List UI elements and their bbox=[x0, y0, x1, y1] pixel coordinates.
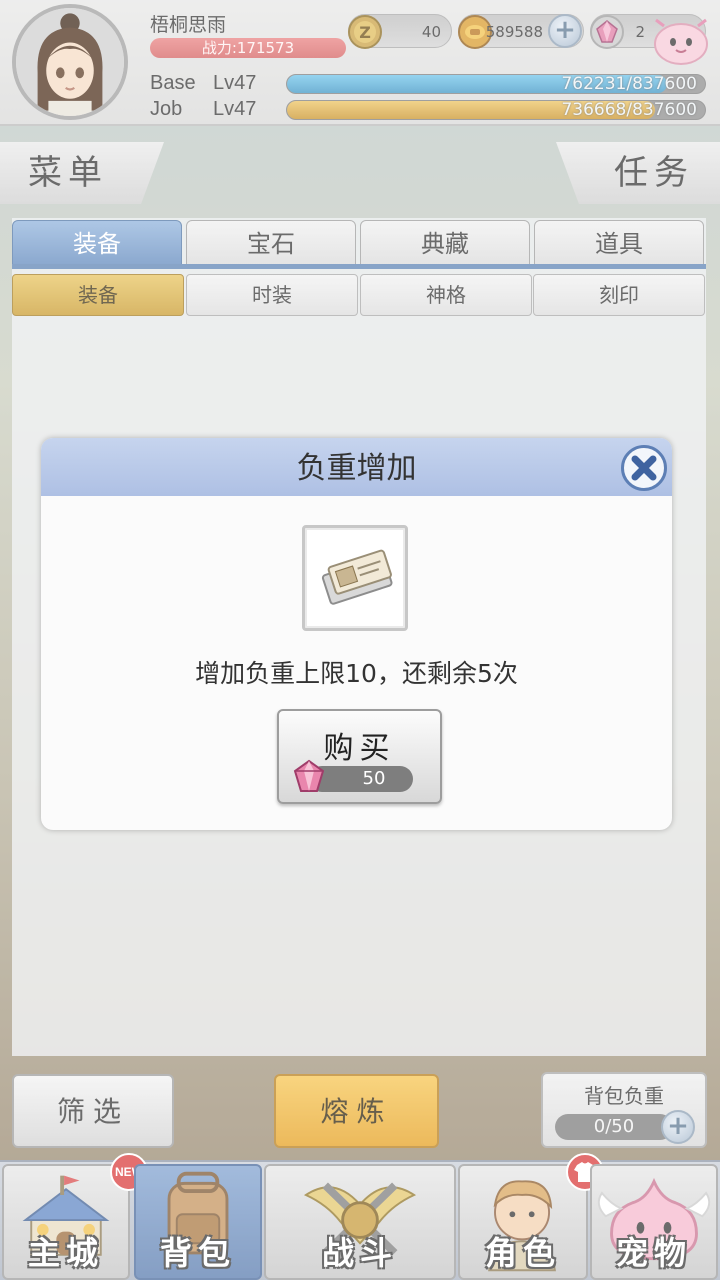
item-slot[interactable] bbox=[302, 525, 408, 631]
dialog-description: 增加负重上限10，还剩余5次 bbox=[195, 659, 518, 688]
close-icon bbox=[631, 455, 657, 481]
dialog-title: 负重增加 bbox=[296, 451, 417, 486]
buy-button[interactable]: 购买 50 bbox=[277, 709, 442, 804]
gem-icon bbox=[293, 759, 325, 792]
ticket-icon bbox=[321, 549, 393, 605]
price-pill: 50 bbox=[293, 759, 413, 792]
weight-increase-dialog: 负重增加 增加负重上限10，还剩余5次 购买 50 bbox=[41, 438, 672, 830]
price-value: 50 bbox=[362, 768, 386, 789]
close-button[interactable] bbox=[621, 445, 667, 491]
